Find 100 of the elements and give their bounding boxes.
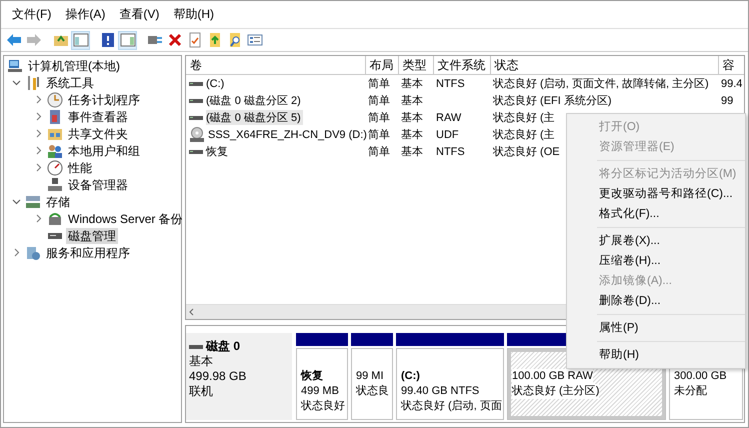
tree-item[interactable]: 共享文件夹 — [66, 126, 130, 142]
disk-name: 磁盘 0 — [206, 339, 240, 354]
menu-item[interactable]: 文件(F) — [5, 6, 58, 23]
partition-size: 99 MI — [356, 369, 384, 384]
volume-name[interactable]: (磁盘 0 磁盘分区 2) — [206, 93, 303, 108]
table-cell: 99.4 — [721, 78, 742, 90]
tree-item[interactable]: 系统工具 — [44, 74, 96, 90]
volume-name[interactable]: (磁盘 0 磁盘分区 5) — [206, 110, 303, 125]
disk-size: 499.98 GB — [189, 369, 248, 384]
checklist-icon — [186, 32, 202, 48]
table-cell: 基本 — [401, 112, 423, 124]
volume-name[interactable]: SSS_X64FRE_ZH-CN_DV9 (D:) — [208, 128, 369, 140]
expand-chevron-icon[interactable] — [34, 146, 43, 155]
collapse-chevron-icon[interactable] — [12, 197, 21, 206]
table-cell: 状态良好 (启动, 页面文件, 故障转储, 主分区) — [493, 78, 709, 90]
back-arrow-icon — [6, 32, 22, 48]
storage-icon — [25, 194, 41, 210]
table-cell: 简单 — [368, 78, 390, 90]
log-icon — [47, 108, 63, 124]
partition-status: 状态良好 (主分区) — [512, 384, 600, 399]
toolbar-button[interactable] — [118, 30, 137, 50]
drive-icon — [189, 114, 203, 122]
context-menu-item[interactable]: 更改驱动器号和路径(C)... — [567, 184, 745, 204]
menu-item[interactable]: 帮助(H) — [166, 6, 221, 23]
partition-block[interactable]: 99 MI 状态良 — [351, 348, 393, 420]
partition-title: (C:) — [401, 369, 420, 384]
partition-header-bar — [351, 333, 393, 346]
column-header[interactable]: 容 — [718, 56, 744, 74]
expand-chevron-icon[interactable] — [34, 95, 43, 104]
gauge-icon — [47, 160, 63, 176]
table-cell: RAW — [436, 112, 462, 124]
tree-item[interactable]: 存储 — [44, 194, 72, 210]
table-cell: 状态良好 (主 — [493, 112, 555, 124]
expand-chevron-icon[interactable] — [12, 248, 21, 257]
partition-status: 未分配 — [674, 384, 707, 399]
clock-icon — [47, 92, 63, 108]
context-menu-item[interactable]: 扩展卷(X)... — [567, 231, 745, 251]
forward-arrow-icon — [26, 32, 42, 48]
table-cell: 基本 — [401, 78, 423, 90]
partition-header-bar — [296, 333, 348, 346]
partition-size: 300.00 GB — [674, 369, 727, 384]
panel-icon — [120, 32, 136, 48]
toolbar-button[interactable] — [71, 30, 90, 50]
drive-icon — [189, 344, 203, 350]
tools-icon — [25, 74, 41, 90]
users-icon — [47, 142, 63, 158]
table-cell: 简单 — [368, 129, 390, 141]
table-cell: 状态良好 (主 — [493, 129, 555, 141]
expand-chevron-icon[interactable] — [34, 112, 43, 121]
column-header[interactable]: 状态 — [490, 56, 718, 74]
partition-size: 100.00 GB RAW — [512, 369, 593, 384]
table-cell: UDF — [436, 128, 459, 140]
partition-block[interactable]: (C:) 99.40 GB NTFS 状态良好 (启动, 页面 — [396, 348, 504, 420]
tree-item[interactable]: 计算机管理(本地) — [26, 58, 122, 74]
help-icon — [100, 32, 116, 48]
partition-size: 99.40 GB NTFS — [401, 384, 480, 399]
expand-chevron-icon[interactable] — [34, 129, 43, 138]
table-cell: NTFS — [436, 146, 465, 158]
backup-icon — [47, 210, 63, 226]
menu-item[interactable]: 操作(A) — [58, 6, 112, 23]
partition-size: 499 MB — [301, 384, 339, 399]
tree-item[interactable]: 设备管理器 — [66, 176, 130, 192]
collapse-chevron-icon[interactable] — [12, 78, 21, 87]
table-cell: 状态良好 (EFI 系统分区) — [493, 95, 612, 107]
expand-chevron-icon[interactable] — [34, 163, 43, 172]
drive-icon — [189, 148, 203, 156]
table-cell: 基本 — [401, 146, 423, 158]
tree-item[interactable]: Windows Server 备份 — [66, 210, 185, 226]
column-header[interactable]: 文件系统 — [433, 56, 490, 74]
context-menu-item[interactable]: 压缩卷(H)... — [567, 251, 745, 271]
computer-icon — [7, 58, 23, 74]
expand-chevron-icon[interactable] — [34, 214, 43, 223]
disk-type: 基本 — [189, 354, 214, 369]
tree-item[interactable]: 本地用户和组 — [66, 142, 142, 158]
tree-item[interactable]: 服务和应用程序 — [44, 244, 132, 260]
drive-icon — [189, 80, 203, 88]
partition-block[interactable]: 恢复 499 MB 状态良好 — [296, 348, 348, 420]
device-icon — [47, 176, 63, 192]
column-header[interactable]: 卷 — [186, 56, 365, 74]
volume-name[interactable]: (C:) — [206, 78, 226, 90]
table-cell: 99 — [721, 94, 734, 106]
partition-status: 状态良 — [356, 384, 389, 399]
table-cell: NTFS — [436, 78, 465, 90]
delete-icon — [166, 32, 182, 48]
tree-item[interactable]: 性能 — [66, 160, 94, 176]
panel-icon — [72, 32, 88, 48]
table-cell: 基本 — [401, 95, 423, 107]
partition-title: 恢复 — [301, 369, 323, 384]
partition-status: 状态良好 — [301, 399, 345, 414]
column-header[interactable]: 类型 — [398, 56, 433, 74]
partition-status: 状态良好 (启动, 页面 — [401, 399, 502, 414]
services-icon — [25, 244, 41, 260]
cd-drive-icon — [189, 126, 205, 142]
tree-item[interactable]: 磁盘管理 — [66, 228, 118, 244]
volume-name[interactable]: 恢复 — [206, 144, 230, 159]
tree-item[interactable]: 事件查看器 — [66, 108, 130, 124]
table-cell: 简单 — [368, 146, 390, 158]
tree-item[interactable]: 任务计划程序 — [66, 92, 142, 108]
menu-item[interactable]: 查看(V) — [112, 6, 166, 23]
column-header[interactable]: 布局 — [365, 56, 398, 74]
